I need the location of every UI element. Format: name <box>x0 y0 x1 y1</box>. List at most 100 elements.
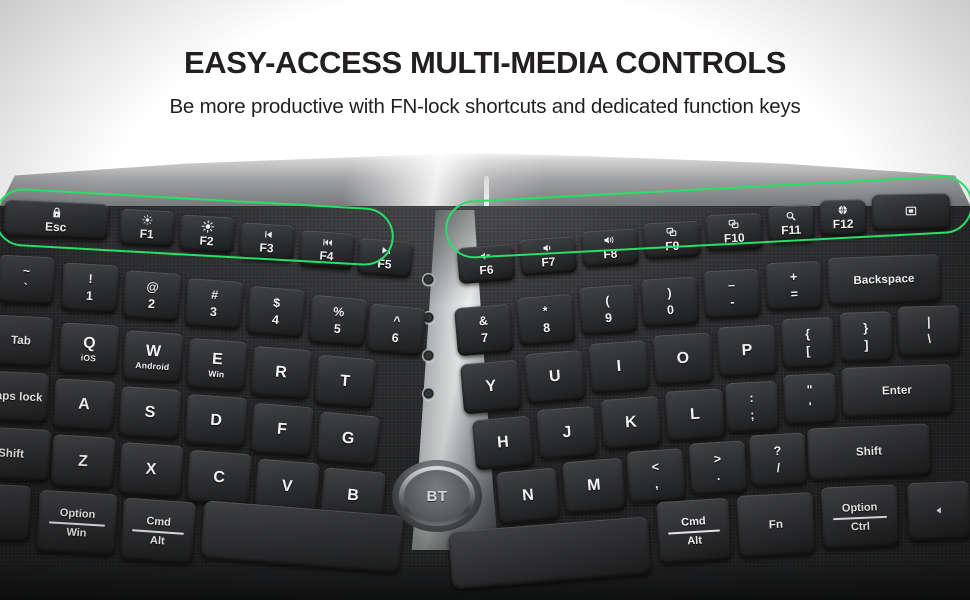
key-0[interactable]: ) 0 <box>640 276 700 328</box>
key-f12[interactable]: F12 <box>819 199 867 237</box>
key-f10[interactable]: F10 <box>705 212 763 252</box>
key-ctrl-left[interactable]: Ctrl <box>0 481 32 543</box>
key-option-ctrl[interactable]: Option Ctrl <box>820 484 900 550</box>
key-label-base: 5 <box>333 321 342 337</box>
key-d[interactable]: D <box>184 393 248 449</box>
key-label: J <box>561 423 573 442</box>
key-c[interactable]: C <box>186 449 252 507</box>
key-tab[interactable]: Tab <box>0 314 54 368</box>
key-t[interactable]: T <box>313 354 377 410</box>
key-arrow-left[interactable] <box>907 480 970 542</box>
key-2[interactable]: @2 <box>122 270 182 322</box>
key-j[interactable]: J <box>536 405 598 461</box>
key-5[interactable]: % 5 <box>308 294 368 348</box>
key-enter[interactable]: Enter <box>841 364 953 418</box>
key-bracket[interactable]: {[ <box>780 316 836 370</box>
key-1[interactable]: ! 1 <box>60 262 120 314</box>
key-o[interactable]: O <box>652 332 714 386</box>
key-9[interactable]: (9 <box>578 284 638 336</box>
key-4[interactable]: $4 <box>246 285 306 339</box>
key-label: F4 <box>318 248 335 264</box>
key-punct[interactable]: ? / <box>748 432 808 488</box>
key-3[interactable]: #3 <box>184 278 244 330</box>
key-i[interactable]: I <box>588 340 650 394</box>
key-label-base: ; <box>749 407 755 422</box>
key-label: R <box>274 363 288 382</box>
key-m[interactable]: M <box>562 457 626 515</box>
key-punct[interactable]: >. <box>688 440 748 496</box>
key-q[interactable]: QiOS <box>58 322 120 376</box>
key-punct[interactable]: :; <box>724 380 780 434</box>
key-label: F1 <box>139 227 155 242</box>
key-display[interactable] <box>871 193 951 231</box>
key-bracket[interactable]: | \ <box>897 305 961 357</box>
key-label-divider <box>832 515 888 520</box>
key-f7[interactable]: F7 <box>518 236 578 276</box>
key-l[interactable]: L <box>664 388 726 442</box>
status-led <box>422 387 435 400</box>
key-p[interactable]: P <box>716 324 778 378</box>
key-g[interactable]: G <box>315 411 381 467</box>
key-x[interactable]: X <box>118 442 184 498</box>
key-label-primary: Cmd <box>680 514 706 529</box>
key-label-secondary: Alt <box>149 533 166 547</box>
key-shift[interactable]: Shift <box>806 423 932 481</box>
key-label: F5 <box>376 256 393 272</box>
key-f1[interactable]: F1 <box>119 208 175 248</box>
key-y[interactable]: Y <box>459 359 523 415</box>
key-f9[interactable]: F9 <box>643 220 701 260</box>
play-next-icon <box>379 244 393 256</box>
key-f5[interactable]: F5 <box>356 237 414 279</box>
key-bracket[interactable]: }] <box>839 311 893 363</box>
key-label: I <box>616 357 622 376</box>
keyboard-photo: BT Esc F1 F2 F3 F4 F5 F6 F7 F8 F9 F10 F11 F12 ~ `! 1 @2 #… <box>0 150 970 600</box>
key-f3[interactable]: F3 <box>238 222 296 262</box>
key-r[interactable]: R <box>250 345 312 401</box>
key-w[interactable]: W Android <box>122 330 184 384</box>
key-f[interactable]: F <box>250 402 314 458</box>
key-`[interactable]: ~ ` <box>0 254 56 306</box>
page-title: EASY-ACCESS MULTI-MEDIA CONTROLS <box>183 45 787 80</box>
key-f11[interactable]: F11 <box>767 205 815 243</box>
key-h[interactable]: H <box>471 415 535 471</box>
key-6[interactable]: ^ 6 <box>365 303 427 357</box>
key-label-divider <box>48 520 106 527</box>
brightness-down-icon <box>141 214 154 227</box>
key-label: F9 <box>664 239 680 254</box>
key-8[interactable]: * 8 <box>516 293 576 347</box>
key--[interactable]: – - <box>702 268 762 320</box>
app-window-icon <box>727 218 740 231</box>
key-label-shifted: " <box>806 382 813 397</box>
key-label-base: 6 <box>391 330 400 346</box>
key-caps-lock[interactable]: Caps lock <box>0 370 50 424</box>
bt-button-label: BT <box>404 470 470 522</box>
key-punct[interactable]: " ' <box>782 372 838 426</box>
key-punct[interactable]: <, <box>626 448 686 504</box>
key-u[interactable]: U <box>524 349 586 405</box>
key-a[interactable]: A <box>52 378 116 432</box>
key-option-win[interactable]: Option Win <box>36 489 118 557</box>
key-cmd-alt-right[interactable]: Cmd Alt <box>656 497 732 565</box>
key-e[interactable]: E Win <box>186 337 248 393</box>
key-esc[interactable]: Esc <box>3 199 109 241</box>
key-f2[interactable]: F2 <box>178 214 236 254</box>
key-f4[interactable]: F4 <box>298 229 356 271</box>
key-label-primary: Option <box>59 506 96 521</box>
key-n[interactable]: N <box>495 467 561 525</box>
key-s[interactable]: S <box>118 386 182 440</box>
key-sublabel: Android <box>135 359 170 373</box>
key-f6[interactable]: F6 <box>456 243 516 285</box>
bluetooth-button[interactable]: BT <box>392 460 482 534</box>
key-fn[interactable]: Fn <box>736 492 816 558</box>
key-label: X <box>145 460 157 479</box>
key-shift[interactable]: Shift <box>0 425 52 483</box>
key-7[interactable]: & 7 <box>454 303 514 357</box>
key-cmd-alt[interactable]: Cmd Alt <box>119 497 197 565</box>
key-k[interactable]: K <box>600 396 662 450</box>
key-z[interactable]: Z <box>50 434 116 490</box>
key-f8[interactable]: F8 <box>580 228 640 268</box>
key-label-shifted: ? <box>773 443 782 458</box>
key-=[interactable]: + = <box>764 260 824 312</box>
key-label-base: . <box>716 468 721 483</box>
key-backspace[interactable]: Backspace <box>827 254 941 306</box>
